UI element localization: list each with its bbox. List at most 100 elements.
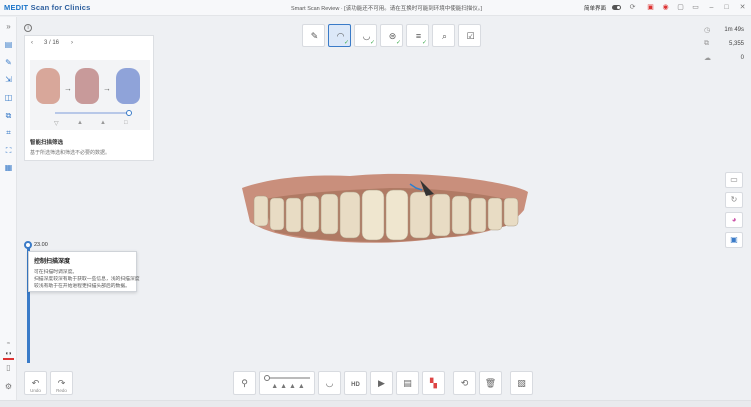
edit-icon[interactable]: ✎: [3, 58, 14, 68]
scan-time-value: 1m 49s: [724, 27, 744, 33]
copy-icon: ⧉: [704, 40, 709, 47]
tooth-illustration: [75, 68, 99, 104]
filter-slider[interactable]: [55, 110, 132, 116]
maximize-icon[interactable]: □: [722, 3, 731, 12]
check-mark-icon: ✓: [343, 40, 349, 46]
play-button[interactable]: ▶: [370, 371, 393, 395]
sync-icon[interactable]: ⟳: [628, 3, 637, 12]
record-icon[interactable]: ◉: [661, 3, 670, 12]
app-name: Scan for Clinics: [30, 3, 91, 12]
filter-tool-button[interactable]: ⚲: [233, 371, 256, 395]
filter-levels: ▽ ▲ ▲ □: [50, 120, 140, 128]
arch-button[interactable]: ◡: [318, 371, 341, 395]
export-icon[interactable]: ⇲: [3, 75, 14, 85]
scan-count-value: 5,355: [728, 41, 744, 47]
ai-scan-icon: ⟲: [460, 378, 469, 388]
left-toolbar: » ▤ ✎ ⇲ ◫ ⧉ ⌗ ⛶ ▦ ≈ ◖◗ ▯ ⚙: [0, 17, 17, 407]
chevron-left-icon[interactable]: ‹: [31, 40, 33, 46]
brand-name: MEDIT: [4, 3, 29, 12]
scan-depth-value: 23.00: [34, 242, 48, 248]
fit-icon[interactable]: ⛶: [3, 146, 14, 156]
dental-scan-model[interactable]: [240, 170, 530, 250]
scan-filter-bar[interactable]: ▲ ▲ ▲ ▲: [259, 371, 315, 395]
undo-icon: ↶: [31, 378, 40, 388]
app-logo: MEDIT Scan for Clinics: [4, 3, 91, 12]
texture-icon[interactable]: ▣: [725, 232, 743, 248]
play-icon: ▶: [378, 378, 385, 388]
close-icon[interactable]: ✕: [738, 3, 747, 12]
step-upper-jaw[interactable]: ◠ ✓: [328, 24, 351, 47]
capture-icon: ▤: [403, 378, 412, 388]
slider-knob[interactable]: [126, 110, 132, 116]
align-icon[interactable]: ⧉: [3, 111, 14, 121]
record-screen-icon[interactable]: ▣: [646, 3, 655, 12]
capture-button[interactable]: ▤: [396, 371, 419, 395]
step-complete[interactable]: ☑: [458, 24, 481, 47]
clock-icon: ◷: [704, 27, 711, 34]
arrow-icon: →: [64, 84, 72, 93]
guide-title: 智能扫描筛选: [30, 140, 64, 146]
step-occlusion[interactable]: ⊜ ✓: [380, 24, 403, 47]
simple-mode-label: 简单界面: [584, 6, 607, 12]
check-mark-icon: ✓: [395, 40, 401, 46]
bottom-tray: [0, 400, 751, 407]
info-button[interactable]: i: [24, 24, 32, 32]
video-icon[interactable]: ▭: [725, 172, 743, 188]
camera-icon[interactable]: ▢: [676, 3, 685, 12]
expand-icon[interactable]: »: [3, 22, 14, 32]
tooltip-title: 控制扫描深度: [34, 259, 71, 265]
step-bite[interactable]: ≡ ✓: [406, 24, 429, 47]
guide-description: 基于所选筛选和筛选不必要的数据。: [30, 150, 111, 156]
scan-count: ⧉ 5,355: [704, 40, 744, 50]
simple-mode-toggle[interactable]: [612, 5, 621, 10]
minimize-icon[interactable]: –: [707, 3, 716, 12]
scan-count-secondary: ☁ 0: [704, 54, 744, 64]
settings-icon[interactable]: ⚙: [3, 382, 14, 392]
tooltip-line: 较浅有助于在开始进程更扫描头部后的数据。: [34, 284, 130, 289]
guide-illustration: → → ▽ ▲ ▲ □: [30, 60, 150, 130]
view-icon[interactable]: ◫: [3, 93, 14, 103]
compare-icon[interactable]: ▦: [3, 163, 14, 173]
trim-icon[interactable]: ⌗: [3, 128, 14, 138]
filter-slider-track[interactable]: [266, 377, 310, 379]
filter-level-icon: ▲: [77, 120, 83, 126]
step-scan-review[interactable]: ⌕: [432, 24, 455, 47]
hd-button[interactable]: HD: [344, 371, 367, 395]
info-icon[interactable]: ▯: [3, 363, 14, 373]
redo-label: Redo: [56, 388, 67, 393]
chevron-right-icon[interactable]: ›: [71, 40, 73, 46]
scanner-mode-button[interactable]: ▚: [422, 371, 445, 395]
redo-button[interactable]: ↷ Redo: [50, 371, 73, 395]
scan-count-secondary-value: 0: [740, 55, 744, 61]
arch-icon: ◡: [325, 378, 334, 388]
scan-depth-tooltip: 控制扫描深度 可在扫描时调深度。 扫描深度较深有助于获取一些信息，浅的扫描深度 …: [28, 251, 140, 292]
guide-card: ‹ 3 / 16 › → → ▽ ▲ ▲ □ 智能扫描筛选 基于所选筛选和筛选不…: [24, 35, 154, 161]
filter-slider-knob[interactable]: [264, 375, 270, 381]
filter-presets-icon: ▲ ▲ ▲ ▲: [271, 383, 305, 390]
rotate-icon[interactable]: ↻: [725, 192, 743, 208]
status-indicator: [3, 358, 14, 360]
temperature-icon: ≈: [6, 341, 11, 347]
delete-button[interactable]: 🗑: [479, 371, 502, 395]
redo-icon: ↷: [57, 378, 66, 388]
scan-depth-handle[interactable]: [24, 241, 32, 249]
step-pencil[interactable]: ✎: [302, 24, 325, 47]
filter-level-icon: ▲: [100, 120, 106, 126]
window-icon[interactable]: ▭: [691, 3, 700, 12]
check-icon: ☑: [466, 31, 475, 41]
color-icon[interactable]: ◕: [725, 212, 743, 228]
ai-scan-button[interactable]: ⟲: [453, 371, 476, 395]
undo-button[interactable]: ↶ Undo: [24, 371, 47, 395]
title-bar: MEDIT Scan for Clinics Smart Scan Review…: [0, 0, 751, 16]
filter-level-icon: □: [124, 120, 128, 126]
undo-label: Undo: [30, 388, 41, 393]
scan-icon[interactable]: ▤: [3, 40, 14, 50]
trash-icon: 🗑: [484, 378, 497, 388]
tooth-filter-icon: ⚲: [241, 378, 248, 388]
cloud-icon: ☁: [704, 55, 711, 62]
report-button[interactable]: ▧: [510, 371, 533, 395]
tooltip-line: 扫描深度较深有助于获取一些信息，浅的扫描深度: [34, 277, 140, 282]
page-indicator: 3 / 16: [44, 40, 60, 46]
scanner-icon: ▚: [430, 378, 437, 388]
step-lower-jaw[interactable]: ◡ ✓: [354, 24, 377, 47]
